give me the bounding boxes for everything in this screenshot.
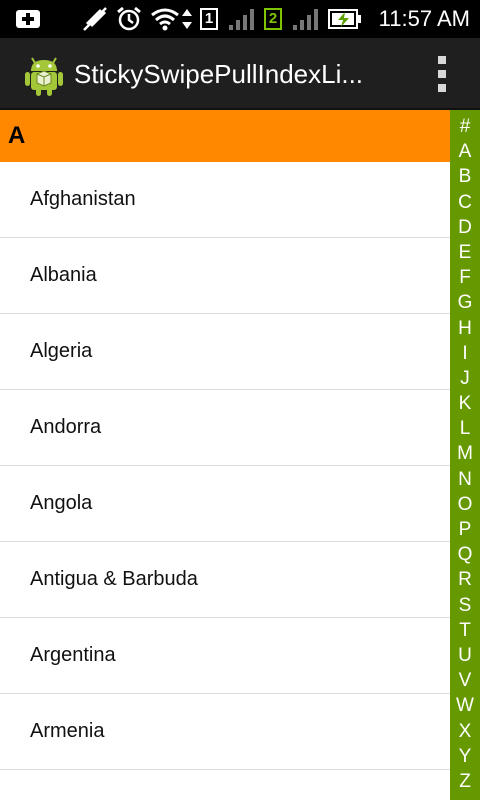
index-letter[interactable]: V <box>450 668 480 693</box>
overflow-menu-icon[interactable] <box>430 56 454 92</box>
index-letter[interactable]: N <box>450 467 480 492</box>
sim2-label: 2 <box>264 8 282 30</box>
sim2-icon: 2 <box>262 0 284 38</box>
index-letter[interactable]: C <box>450 190 480 215</box>
battery-charging-icon <box>328 0 362 38</box>
index-letter[interactable]: Z <box>450 769 480 794</box>
signal1-icon <box>226 0 256 38</box>
app-title: StickySwipePullIndexLi... <box>74 59 364 89</box>
action-bar: StickySwipePullIndexLi... <box>0 38 480 110</box>
index-letter[interactable]: R <box>450 567 480 592</box>
index-letter[interactable]: K <box>450 391 480 416</box>
notification-add-icon <box>14 0 42 38</box>
sim1-icon: 1 <box>198 0 220 38</box>
status-clock: 11:57 AM <box>378 6 470 31</box>
list-item[interactable]: Argentina <box>0 618 450 694</box>
index-letter[interactable]: D <box>450 215 480 240</box>
list-item[interactable]: Andorra <box>0 390 450 466</box>
index-letter[interactable]: L <box>450 416 480 441</box>
index-letter[interactable]: I <box>450 341 480 366</box>
data-transfer-icon <box>180 0 194 38</box>
index-letter[interactable]: H <box>450 316 480 341</box>
index-letter[interactable]: F <box>450 265 480 290</box>
sim1-label: 1 <box>200 8 218 30</box>
index-letter[interactable]: O <box>450 492 480 517</box>
index-letter[interactable]: J <box>450 366 480 391</box>
list-item[interactable]: Antigua & Barbuda <box>0 542 450 618</box>
alphabet-index-bar[interactable]: # A B C D E F G H I J K L M N O P Q R S T U V W X Y Z <box>450 110 480 800</box>
country-list[interactable]: A Afghanistan Albania Algeria Andorra An… <box>0 110 450 800</box>
index-letter[interactable]: S <box>450 593 480 618</box>
status-bar: 1 2 11:57 AM <box>0 0 480 38</box>
index-letter[interactable]: G <box>450 290 480 315</box>
index-letter[interactable]: A <box>450 139 480 164</box>
list-item[interactable]: Afghanistan <box>0 162 450 238</box>
index-letter[interactable]: P <box>450 517 480 542</box>
list-item[interactable]: Angola <box>0 466 450 542</box>
section-header: A <box>0 110 450 162</box>
index-letter[interactable]: W <box>450 693 480 718</box>
index-letter[interactable]: M <box>450 441 480 466</box>
index-letter[interactable]: B <box>450 164 480 189</box>
list-item[interactable]: Albania <box>0 238 450 314</box>
index-letter[interactable]: E <box>450 240 480 265</box>
android-icon[interactable] <box>20 50 68 98</box>
index-letter[interactable]: X <box>450 719 480 744</box>
wifi-icon <box>150 0 180 38</box>
index-letter[interactable]: Y <box>450 744 480 769</box>
index-letter[interactable]: # <box>450 114 480 139</box>
alarm-icon <box>114 0 144 38</box>
list-item[interactable]: Algeria <box>0 314 450 390</box>
signal2-icon <box>290 0 320 38</box>
index-letter[interactable]: Q <box>450 542 480 567</box>
index-letter[interactable]: T <box>450 618 480 643</box>
list-item[interactable]: Armenia <box>0 694 450 770</box>
index-letter[interactable]: U <box>450 643 480 668</box>
mute-icon <box>80 0 110 38</box>
